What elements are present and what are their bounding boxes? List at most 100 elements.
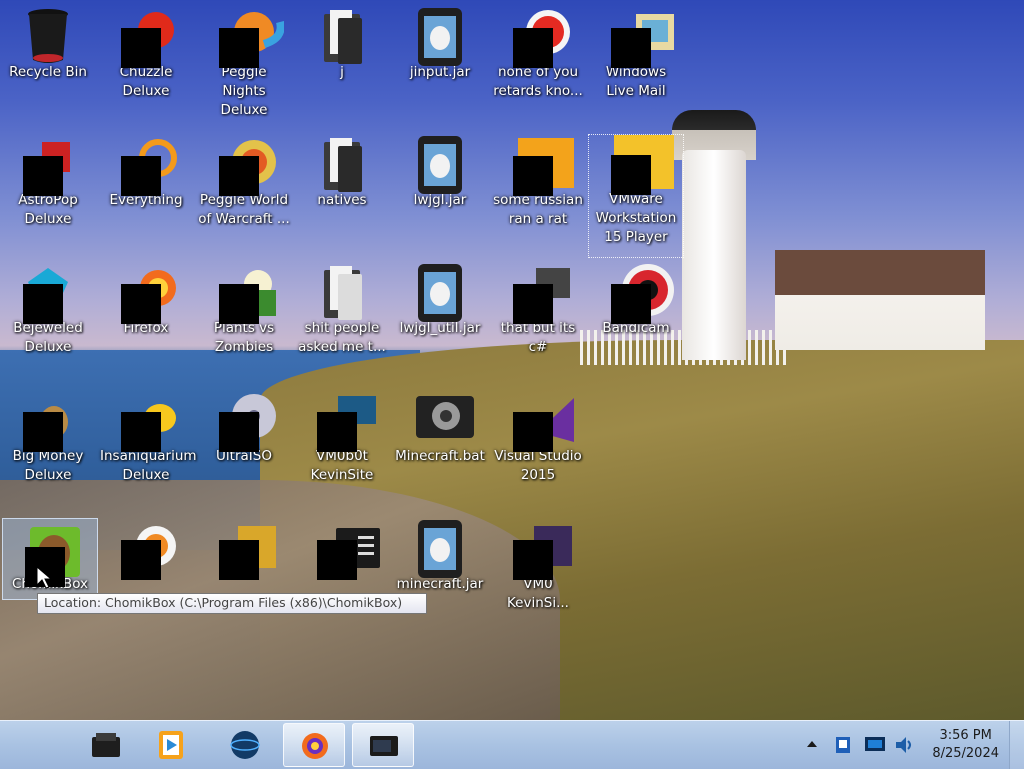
vmware-icon — [611, 135, 674, 195]
icon-label: VM0 KevinSi... — [507, 576, 569, 611]
java-jar-icon — [416, 136, 464, 194]
bejeweled-icon — [23, 264, 72, 324]
icon-label: Bejeweled Deluxe — [13, 320, 83, 355]
media-player-icon — [159, 731, 183, 759]
show-desktop-button[interactable] — [1009, 721, 1024, 769]
folder-icon — [318, 136, 366, 192]
icon-label: AstroPop Deluxe — [18, 192, 78, 227]
desktop-icon-everything[interactable]: Everything — [98, 128, 194, 248]
desktop[interactable]: Recycle Bin AstroPop Deluxe Bejeweled De… — [0, 0, 1024, 720]
icon-label: Chuzzle Deluxe — [119, 64, 173, 99]
wallpaper-lighthouse — [682, 150, 746, 360]
desktop-icon-that-but-its-c[interactable]: that but its c# — [490, 256, 586, 376]
mail-icon — [611, 8, 674, 68]
desktop-icon-vm0-kevinsi[interactable]: VM0 KevinSi... — [490, 512, 586, 632]
java-jar-icon — [416, 520, 464, 578]
clock[interactable]: 3:56 PM 8/25/2024 — [932, 727, 999, 763]
desktop-icon-lwjgl-util-jar[interactable]: lwjgl_util.jar — [392, 256, 488, 376]
desktop-icon-ultraiso[interactable]: UltraISO — [196, 384, 292, 504]
icon-label: Big Money Deluxe — [12, 448, 84, 483]
taskbar-globe-app[interactable] — [214, 723, 276, 767]
desktop-icon-zuma[interactable] — [196, 512, 292, 632]
desktop-icon-peggle-wow[interactable]: Peggle World of Warcraft ... — [196, 128, 292, 248]
desktop-icon-minecraft-jar[interactable]: minecraft.jar — [392, 512, 488, 632]
taskbar: 3:56 PM 8/25/2024 — [0, 720, 1024, 769]
folder-icon — [318, 8, 366, 64]
desktop-icon-visual-studio[interactable]: Visual Studio 2015 — [490, 384, 586, 504]
network-icon[interactable] — [864, 735, 886, 755]
desktop-icon-big-money[interactable]: Big Money Deluxe — [0, 384, 96, 504]
desktop-icon-folder-shit-people[interactable]: shit people asked me t... — [294, 256, 390, 376]
taskbar-media-player[interactable] — [140, 723, 202, 767]
show-hidden-icons-chevron-icon[interactable] — [806, 739, 818, 749]
recycle-bin-icon — [24, 8, 72, 63]
desktop-icon-astropop[interactable]: AstroPop Deluxe — [0, 128, 96, 248]
clock-date: 8/25/2024 — [932, 746, 999, 761]
chuzzle-icon — [121, 8, 174, 68]
zuma-icon — [219, 520, 276, 580]
desktop-icon-vm0b0t-kevinsite[interactable]: VM0b0t KevinSite — [294, 384, 390, 504]
desktop-icon-bejeweled[interactable]: Bejeweled Deluxe — [0, 256, 96, 376]
desktop-icon-insaniquarium[interactable]: Insaniquarium Deluxe — [98, 384, 197, 504]
monitor-app-icon — [370, 736, 398, 756]
icon-label: VM0b0t KevinSite — [310, 448, 374, 483]
desktop-icon-firefox[interactable]: Firefox — [98, 256, 194, 376]
icon-label: Peggle World of Warcraft ... — [198, 192, 290, 227]
icon-label: that but its c# — [500, 320, 576, 355]
volume-icon[interactable] — [894, 735, 916, 755]
desktop-icon-folder-j[interactable]: j — [294, 0, 390, 120]
system-tray: 3:56 PM 8/25/2024 — [794, 721, 1024, 769]
desktop-icon-vmware[interactable]: VMware Workstation 15 Player — [588, 134, 684, 258]
folder-icon — [318, 264, 366, 320]
firefox-icon — [121, 264, 176, 324]
desktop-icon-chuzzle[interactable]: Chuzzle Deluxe — [98, 0, 194, 120]
icon-label: natives — [317, 192, 367, 208]
desktop-icon-bandicam[interactable]: Bandicam — [588, 256, 684, 376]
peggle-icon — [121, 520, 176, 580]
icon-tooltip: Location: ChomikBox (C:\Program Files (x… — [37, 593, 427, 614]
icon-label: Plants vs Zombies — [213, 320, 275, 355]
plants-vs-zombies-icon — [219, 264, 276, 324]
shortcut-icon — [513, 264, 570, 324]
taskbar-firefox[interactable] — [283, 723, 345, 767]
shortcut-icon — [513, 520, 572, 580]
wallpaper-house — [775, 250, 985, 350]
firefox-icon — [302, 733, 328, 759]
printer-app-icon — [92, 733, 120, 757]
icon-label: none of you retards kno... — [493, 64, 583, 99]
everything-icon — [121, 136, 177, 196]
ultraiso-icon — [219, 392, 276, 452]
desktop-icon-minecraft-bat[interactable]: Minecraft.bat — [392, 384, 488, 504]
desktop-icon-lwjgl-jar[interactable]: lwjgl.jar — [392, 128, 488, 248]
desktop-icon-windows-live-mail[interactable]: Windows Live Mail — [588, 0, 684, 120]
icon-label: Recycle Bin — [9, 64, 87, 80]
icon-label: some russian ran a rat — [493, 192, 583, 227]
desktop-icon-recycle-bin[interactable]: Recycle Bin — [0, 0, 96, 120]
flag-icon[interactable] — [834, 735, 854, 755]
taskbar-monitor-app[interactable] — [352, 723, 414, 767]
desktop-icon-folder-natives[interactable]: natives — [294, 128, 390, 248]
peggle-nights-icon — [219, 8, 285, 68]
desktop-icon-none-of-you[interactable]: none of you retards kno... — [490, 0, 586, 120]
astropop-icon — [23, 136, 72, 196]
icon-label: VMware Workstation 15 Player — [595, 191, 677, 245]
icon-label: Peggle Nights Deluxe — [220, 64, 268, 118]
desktop-icon-peggle-online[interactable] — [98, 512, 194, 632]
desktop-icon-plants-vs-zombies[interactable]: Plants vs Zombies — [196, 256, 292, 376]
shortcut-icon — [317, 392, 376, 452]
batch-file-icon — [416, 392, 474, 440]
java-jar-icon — [416, 8, 464, 66]
java-jar-icon — [416, 264, 464, 322]
desktop-icon-peggle-nights[interactable]: Peggle Nights Deluxe — [196, 0, 292, 120]
icon-label: Visual Studio 2015 — [494, 448, 582, 483]
globe-app-icon — [230, 731, 260, 759]
icon-label: shit people asked me t... — [298, 320, 386, 355]
desktop-icon-jinput-jar[interactable]: jinput.jar — [392, 0, 488, 120]
icon-label: Minecraft.bat — [395, 448, 485, 464]
bandicam-icon — [611, 264, 674, 324]
desktop-icon-some-russian[interactable]: some russian ran a rat — [490, 128, 586, 248]
taskbar-printer-app[interactable] — [75, 723, 137, 767]
big-money-icon — [23, 392, 72, 452]
desktop-icon-eclipse[interactable] — [294, 512, 390, 632]
visual-studio-icon — [513, 392, 574, 452]
